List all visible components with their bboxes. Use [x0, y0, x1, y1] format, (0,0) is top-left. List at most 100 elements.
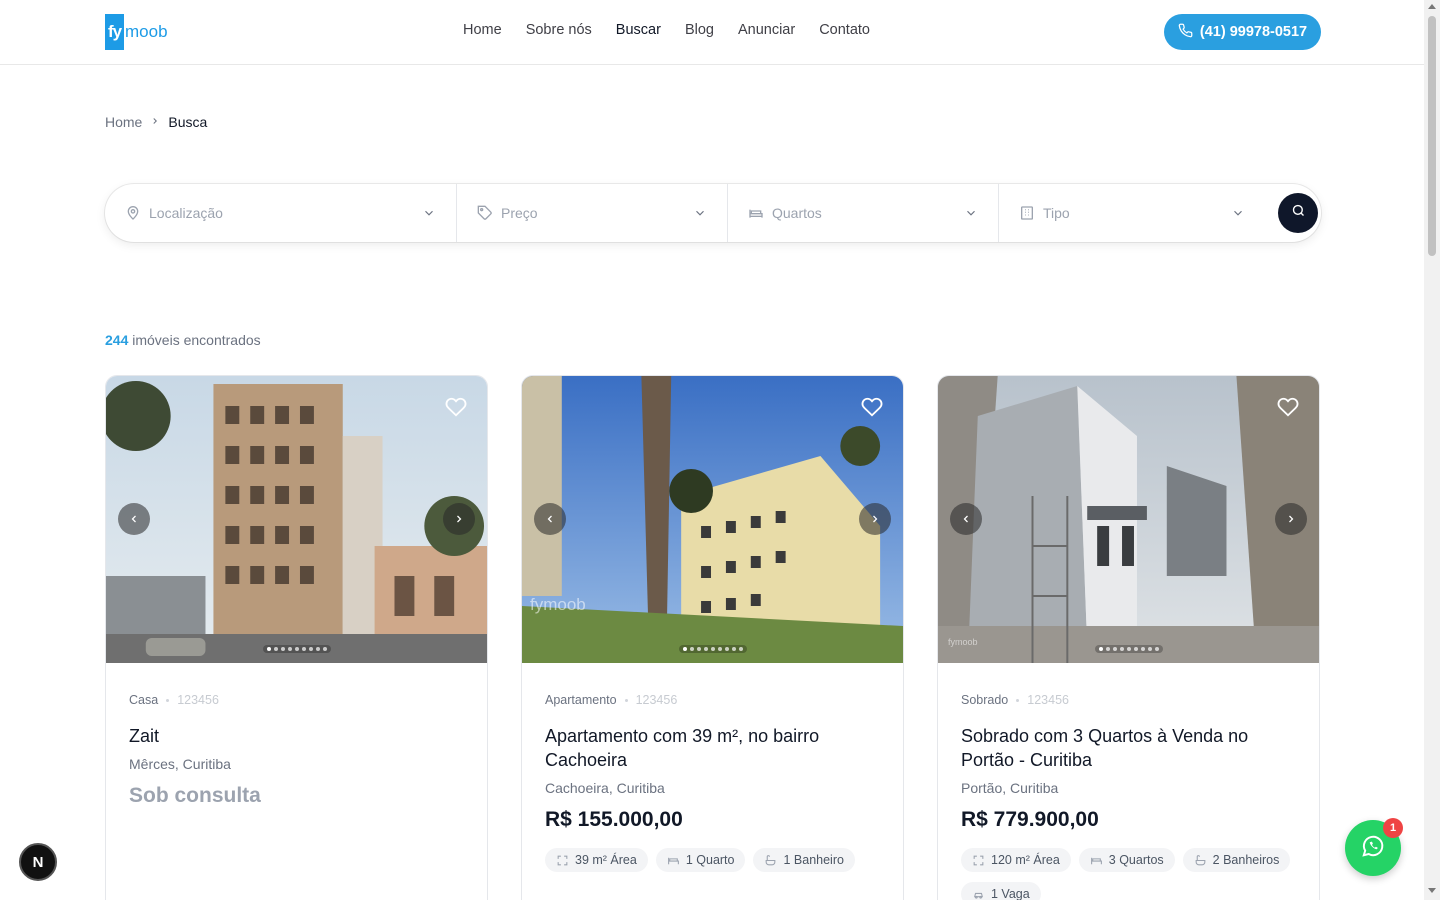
property-price: Sob consulta [129, 784, 261, 807]
image-dot[interactable] [689, 647, 694, 651]
property-title[interactable]: Zait [129, 724, 464, 748]
type-select[interactable]: Tipo [999, 184, 1265, 242]
property-card[interactable]: fymoob Apartamento 123456 Apartamento co… [521, 375, 904, 900]
image-dot[interactable] [710, 647, 715, 651]
image-dot[interactable] [682, 647, 687, 651]
property-title[interactable]: Sobrado com 3 Quartos à Venda no Portão … [961, 724, 1296, 772]
bedroom-value: 3 Quartos [1108, 853, 1164, 867]
image-dot[interactable] [1112, 647, 1117, 651]
bedrooms-select[interactable]: Quartos [728, 184, 999, 242]
search-button[interactable] [1278, 193, 1318, 233]
next-dev-badge[interactable]: N [19, 843, 57, 881]
nav-anunciar[interactable]: Anunciar [738, 22, 795, 38]
image-dot[interactable] [1119, 647, 1124, 651]
property-code: 123456 [635, 693, 678, 707]
property-card[interactable]: Casa 123456 Zait Mêrces, Curitiba Sob co… [105, 375, 488, 900]
logo-mark: fy [105, 14, 124, 50]
image-dot[interactable] [717, 647, 722, 651]
logo[interactable]: fy moob [105, 14, 168, 50]
card-meta: Sobrado 123456 [961, 693, 1296, 707]
chevron-down-icon [964, 206, 978, 220]
property-photo[interactable]: fymoob [938, 376, 1319, 663]
type-label: Tipo [1043, 205, 1070, 221]
property-image [522, 376, 903, 663]
next-image-button[interactable] [859, 503, 891, 535]
area-chip: 120 m² Área [961, 848, 1071, 872]
image-dot[interactable] [287, 647, 292, 651]
separator-dot [166, 698, 170, 702]
image-dot[interactable] [1098, 647, 1103, 651]
price-select[interactable]: Preço [457, 184, 728, 242]
image-dot[interactable] [1105, 647, 1110, 651]
scroll-down-icon[interactable] [1428, 888, 1436, 893]
image-dot[interactable] [696, 647, 701, 651]
breadcrumb-current: Busca [168, 114, 208, 130]
image-dot[interactable] [1126, 647, 1131, 651]
results-label: imóveis encontrados [132, 332, 261, 348]
site-header: fy moob Home Sobre nós Buscar Blog Anunc… [0, 0, 1424, 65]
image-dot[interactable] [1147, 647, 1152, 651]
property-photo[interactable] [106, 376, 487, 663]
bed-icon [667, 857, 679, 864]
heart-icon[interactable] [445, 396, 467, 418]
image-dot[interactable] [731, 647, 736, 651]
area-value: 120 m² Área [991, 853, 1060, 867]
image-dot[interactable] [315, 647, 320, 651]
nav-blog[interactable]: Blog [685, 22, 714, 38]
separator-dot [624, 698, 628, 702]
property-price: R$ 779.900,00 [961, 808, 1099, 831]
prev-image-button[interactable] [118, 503, 150, 535]
tag-icon [477, 205, 493, 221]
next-image-button[interactable] [1275, 503, 1307, 535]
bath-icon [766, 854, 776, 865]
whatsapp-icon [1360, 833, 1386, 864]
chevron-down-icon [693, 206, 707, 220]
image-dot[interactable] [294, 647, 299, 651]
image-dot[interactable] [1133, 647, 1138, 651]
main-nav: Home Sobre nós Buscar Blog Anunciar Cont… [463, 22, 870, 38]
property-title[interactable]: Apartamento com 39 m², no bairro Cachoei… [545, 724, 880, 772]
prev-image-button[interactable] [534, 503, 566, 535]
nav-buscar[interactable]: Buscar [616, 22, 661, 38]
chevron-right-icon [873, 515, 878, 523]
image-dot[interactable] [266, 647, 271, 651]
scroll-thumb[interactable] [1428, 16, 1436, 256]
image-dot[interactable] [724, 647, 729, 651]
heart-icon[interactable] [1277, 396, 1299, 418]
location-label: Localização [149, 205, 223, 221]
image-dot[interactable] [308, 647, 313, 651]
heart-icon[interactable] [861, 396, 883, 418]
location-select[interactable]: Localização [105, 184, 457, 242]
nav-home[interactable]: Home [463, 22, 502, 38]
property-code: 123456 [1027, 693, 1069, 707]
image-dot[interactable] [280, 647, 285, 651]
property-type: Apartamento [545, 693, 617, 707]
property-image [938, 376, 1319, 663]
bathroom-value: 2 Banheiros [1212, 853, 1280, 867]
property-card[interactable]: fymoob Sobrado 123456 Sobrado com 3 Quar… [937, 375, 1320, 900]
next-image-button[interactable] [443, 503, 475, 535]
property-photo[interactable]: fymoob [522, 376, 903, 663]
image-dot[interactable] [273, 647, 278, 651]
phone-button[interactable]: (41) 99978-0517 [1164, 14, 1321, 50]
image-dot[interactable] [1140, 647, 1145, 651]
image-dot[interactable] [703, 647, 708, 651]
image-dot[interactable] [301, 647, 306, 651]
image-dot[interactable] [738, 647, 743, 651]
scroll-up-icon[interactable] [1428, 4, 1436, 9]
image-dot[interactable] [1154, 647, 1159, 651]
watermark: fymoob [948, 637, 978, 647]
bedroom-value: 1 Quarto [685, 853, 735, 867]
page-scrollbar[interactable] [1424, 0, 1440, 900]
prev-image-button[interactable] [950, 503, 982, 535]
results-number: 244 [105, 332, 129, 348]
nav-sobre-nos[interactable]: Sobre nós [526, 22, 592, 38]
property-location: Mêrces, Curitiba [129, 756, 231, 772]
area-icon [557, 855, 568, 865]
image-dots [1094, 645, 1163, 653]
image-dot[interactable] [322, 647, 327, 651]
map-pin-icon [125, 205, 141, 221]
chevron-left-icon [963, 515, 968, 523]
nav-contato[interactable]: Contato [819, 22, 870, 38]
breadcrumb-home[interactable]: Home [105, 114, 142, 130]
